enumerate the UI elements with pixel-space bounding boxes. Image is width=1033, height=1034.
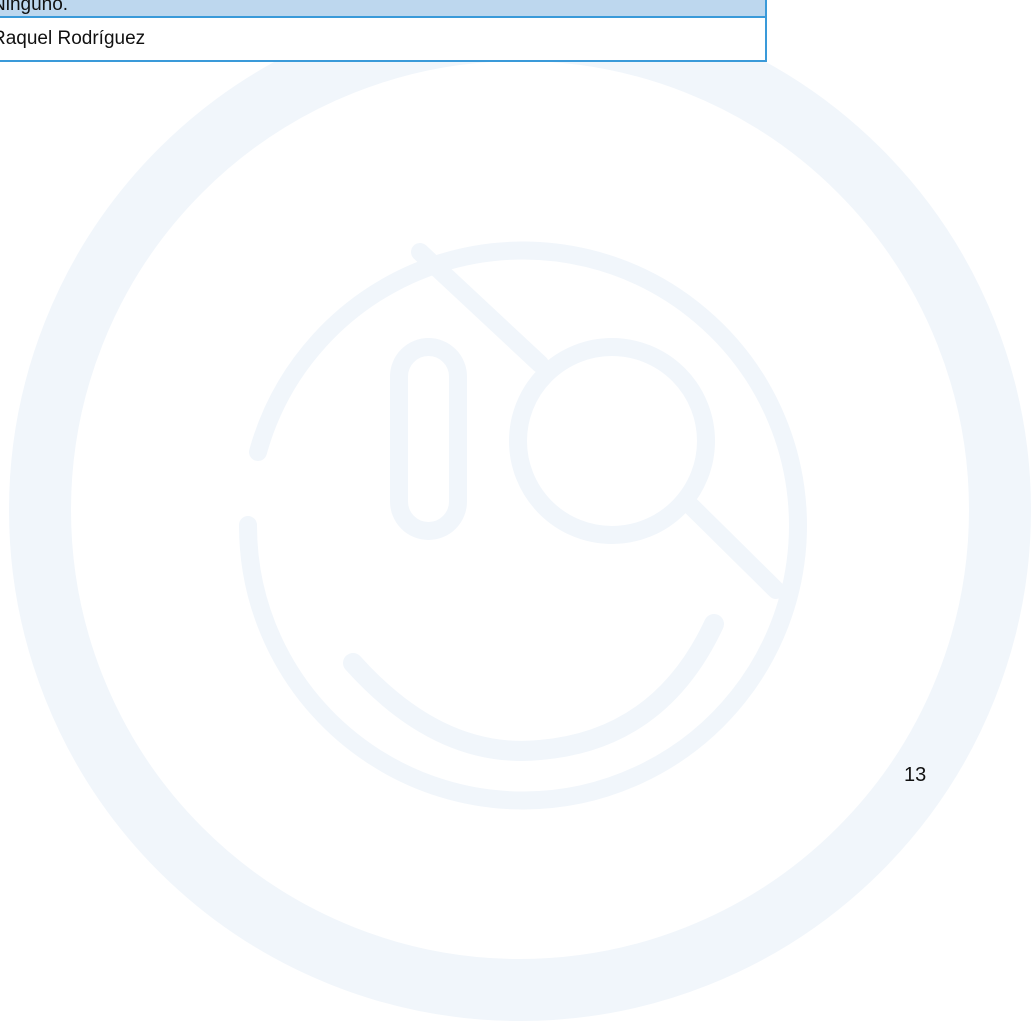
page-number: 13 bbox=[904, 764, 927, 786]
data-table: Ninguno. Raquel Rodríguez bbox=[0, 0, 767, 62]
table-cell-name: Raquel Rodríguez bbox=[0, 16, 767, 62]
table-header-cell: Ninguno. bbox=[0, 0, 767, 18]
document-page: Ninguno. Raquel Rodríguez 13 bbox=[0, 0, 1033, 1034]
table-row: Raquel Rodríguez bbox=[0, 16, 767, 62]
smiley-magnifier-watermark-icon bbox=[9, 0, 1031, 1021]
table-header-row: Ninguno. bbox=[0, 0, 767, 18]
